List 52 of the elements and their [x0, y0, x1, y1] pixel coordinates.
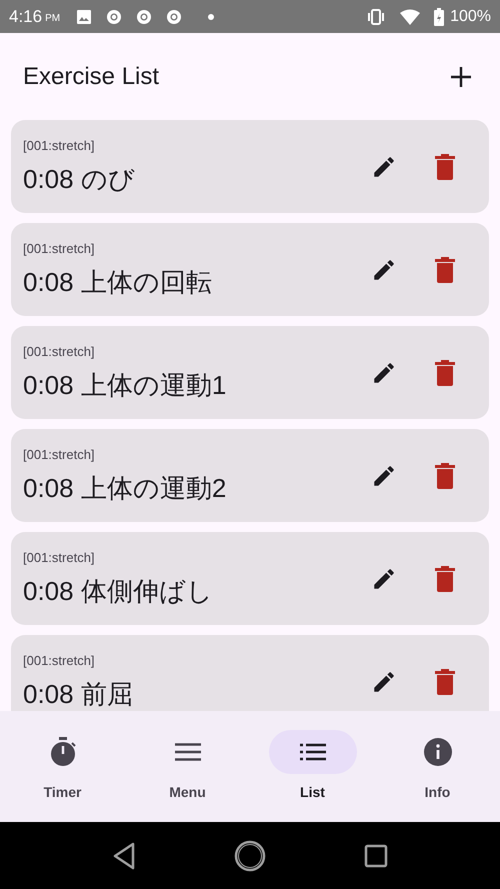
- exercise-title: 0:08 前屈: [23, 678, 134, 711]
- back-icon[interactable]: [112, 842, 136, 870]
- trash-icon[interactable]: [435, 462, 455, 488]
- dot-icon: [208, 14, 214, 20]
- nav-tab[interactable]: List: [250, 711, 375, 822]
- battery-icon: [434, 8, 444, 26]
- nav-tab[interactable]: Menu: [125, 711, 250, 822]
- chrome-icon: [136, 8, 152, 24]
- exercise-title: 0:08 体側伸ばし: [23, 575, 214, 608]
- recents-icon[interactable]: [364, 844, 388, 868]
- info-icon: [424, 738, 452, 766]
- wifi-icon: [400, 8, 420, 24]
- exercise-tag: [001:stretch]: [23, 447, 371, 462]
- stopwatch-icon: [48, 737, 76, 767]
- screen-title: Exercise List: [23, 62, 160, 90]
- exercise-card[interactable]: [001:stretch] 0:08 体側伸ばし: [11, 532, 489, 625]
- chrome-icon: [166, 8, 182, 24]
- status-time: 4:16: [9, 6, 42, 26]
- exercise-card[interactable]: [001:stretch] 0:08 前屈: [11, 635, 489, 711]
- add-icon[interactable]: [450, 66, 472, 88]
- home-icon[interactable]: [234, 840, 266, 872]
- exercise-tag: [001:stretch]: [23, 550, 371, 565]
- battery-level: 100%: [450, 8, 491, 26]
- trash-icon[interactable]: [435, 256, 455, 282]
- nav-label: Menu: [169, 784, 206, 800]
- exercise-tag: [001:stretch]: [23, 344, 371, 359]
- nav-tab[interactable]: Timer: [0, 711, 125, 822]
- list-icon: [300, 743, 326, 761]
- chrome-icon: [106, 8, 122, 24]
- exercise-tag: [001:stretch]: [23, 241, 371, 256]
- image-icon: [76, 8, 92, 24]
- trash-icon[interactable]: [435, 668, 455, 694]
- trash-icon[interactable]: [435, 566, 455, 592]
- menu-icon: [174, 743, 200, 761]
- nav-label: Info: [424, 784, 450, 800]
- exercise-tag: [001:stretch]: [23, 138, 371, 153]
- exercise-card[interactable]: [001:stretch] 0:08 のび: [11, 120, 489, 213]
- exercise-title: 0:08 上体の運動1: [23, 369, 228, 402]
- nav-label: List: [300, 784, 325, 800]
- nav-label: Timer: [44, 784, 82, 800]
- exercise-tag: [001:stretch]: [23, 653, 371, 668]
- exercise-title: 0:08 上体の運動2: [23, 472, 228, 505]
- exercise-card[interactable]: [001:stretch] 0:08 上体の運動2: [11, 429, 489, 522]
- trash-icon[interactable]: [435, 154, 455, 180]
- exercise-card[interactable]: [001:stretch] 0:08 上体の回転: [11, 223, 489, 316]
- exercise-card[interactable]: [001:stretch] 0:08 上体の運動1: [11, 326, 489, 419]
- status-period: PM: [45, 13, 60, 24]
- vibrate-icon: [366, 8, 386, 24]
- nav-tab[interactable]: Info: [375, 711, 500, 822]
- trash-icon[interactable]: [435, 360, 455, 386]
- exercise-title: 0:08 上体の回転: [23, 266, 213, 299]
- exercise-title: 0:08 のび: [23, 163, 136, 196]
